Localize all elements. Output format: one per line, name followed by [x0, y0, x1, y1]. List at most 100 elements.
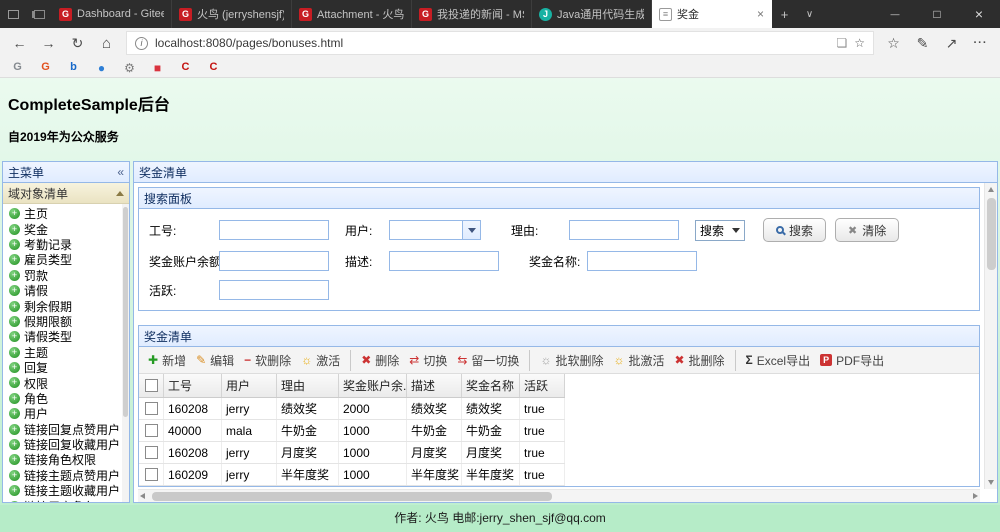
sidebar-item[interactable]: 链接主题收藏用户 — [3, 483, 129, 498]
sidebar-item[interactable]: 权限 — [3, 375, 129, 391]
sidebar-item[interactable]: 考勤记录 — [3, 237, 129, 252]
sidebar-item[interactable]: 请假类型 — [3, 329, 129, 344]
browser-tab[interactable]: 火鸟 (jerryshensjf) - Git — [172, 0, 292, 28]
back-button[interactable] — [6, 30, 33, 56]
browser-tab[interactable]: Attachment - 火鸟(第三 — [292, 0, 412, 28]
row-checkbox[interactable] — [144, 468, 158, 481]
scroll-up-button[interactable] — [985, 183, 998, 196]
table-row[interactable]: 40000 mala 牛奶金 1000 牛奶金 牛奶金 true — [139, 420, 565, 442]
minimize-button[interactable] — [874, 0, 916, 28]
toolbar-button[interactable]: 批删除 — [669, 350, 729, 371]
toolbar-button[interactable]: 编辑 — [191, 350, 239, 371]
row-checkbox[interactable] — [144, 446, 158, 459]
column-header[interactable]: 工号 — [164, 374, 222, 397]
bookmark-favicon[interactable] — [10, 60, 25, 75]
horizontal-scrollbar-thumb[interactable] — [152, 492, 552, 501]
select-all-cell[interactable] — [139, 374, 164, 397]
sidebar-item[interactable]: 链接角色权限 — [3, 452, 129, 467]
scroll-down-button[interactable] — [985, 476, 998, 489]
tab-preview-button[interactable] — [0, 0, 26, 28]
share-button[interactable] — [938, 30, 965, 56]
sidebar-item[interactable]: 主题 — [3, 345, 129, 360]
table-row[interactable]: 160208 jerry 绩效奖 2000 绩效奖 绩效奖 true — [139, 398, 565, 420]
sidebar-scrollbar[interactable] — [122, 204, 129, 502]
browser-tab[interactable]: Dashboard - Gitee — [52, 0, 172, 28]
empno-input[interactable] — [219, 220, 329, 240]
user-combobox[interactable] — [389, 220, 481, 240]
sidebar-scrollbar-thumb[interactable] — [123, 207, 128, 417]
sidebar-item[interactable]: 链接主题点赞用户 — [3, 468, 129, 483]
toolbar-button[interactable]: 切换 — [404, 350, 452, 371]
sidebar-item[interactable]: 雇员类型 — [3, 252, 129, 267]
sidebar-item[interactable]: 链接用户角色 — [3, 498, 129, 502]
home-button[interactable] — [93, 30, 120, 56]
refresh-button[interactable] — [64, 30, 91, 56]
search-mode-select[interactable]: 搜索 — [695, 219, 745, 241]
bookmark-favicon[interactable] — [94, 60, 109, 75]
sidebar-item[interactable]: 奖金 — [3, 221, 129, 237]
reason-input[interactable] — [569, 220, 679, 240]
site-info-icon[interactable] — [135, 36, 148, 50]
table-row[interactable]: 160209 jerry 半年度奖 1000 半年度奖 半年度奖 true — [139, 464, 565, 486]
bookmark-favicon[interactable] — [38, 60, 53, 75]
row-checkbox-cell[interactable] — [139, 398, 164, 419]
column-header[interactable]: 活跃 — [520, 374, 565, 397]
close-window-button[interactable] — [958, 0, 1000, 28]
toolbar-button[interactable]: 留一切换 — [452, 350, 524, 371]
table-row[interactable]: 160208 jerry 月度奖 1000 月度奖 月度奖 true — [139, 442, 565, 464]
browser-tab[interactable]: 奖金 — [652, 0, 772, 28]
toolbar-button[interactable]: 新增 — [143, 350, 191, 371]
column-header[interactable]: 奖金名称 — [462, 374, 520, 397]
sidebar-item[interactable]: 用户 — [3, 406, 129, 421]
settings-more-button[interactable] — [967, 30, 994, 56]
tab-menu-button[interactable] — [797, 0, 822, 28]
scroll-right-icon[interactable] — [973, 493, 978, 499]
combobox-arrow-icon[interactable] — [462, 221, 480, 239]
sidebar-item[interactable]: 请假 — [3, 283, 129, 298]
column-header[interactable]: 描述 — [407, 374, 462, 397]
toolbar-button[interactable]: 删除 — [350, 349, 404, 371]
web-note-button[interactable] — [909, 30, 936, 56]
desc-input[interactable] — [389, 251, 499, 271]
select-all-checkbox[interactable] — [144, 379, 158, 392]
add-favorite-icon[interactable] — [854, 36, 865, 50]
row-checkbox-cell[interactable] — [139, 420, 164, 441]
bookmark-favicon[interactable] — [178, 60, 193, 75]
vertical-scrollbar-track[interactable] — [985, 196, 998, 476]
set-aside-tabs-button[interactable] — [26, 0, 52, 28]
tab-close-icon[interactable] — [756, 7, 765, 21]
clear-button[interactable]: 清除 — [835, 218, 900, 242]
vertical-scrollbar-thumb[interactable] — [986, 198, 996, 270]
horizontal-scrollbar[interactable] — [138, 489, 980, 502]
reading-view-icon[interactable] — [836, 36, 847, 50]
toolbar-button[interactable]: 软删除 — [239, 350, 296, 371]
row-checkbox-cell[interactable] — [139, 464, 164, 485]
sidebar-item[interactable]: 剩余假期 — [3, 298, 129, 314]
search-button[interactable]: 搜索 — [763, 218, 827, 242]
column-header[interactable]: 理由 — [277, 374, 339, 397]
sidebar-item[interactable]: 罚款 — [3, 268, 129, 283]
bookmark-favicon[interactable] — [206, 60, 221, 75]
column-header[interactable]: 奖金账户余... — [339, 374, 407, 397]
toolbar-button[interactable]: 批激活 — [608, 350, 669, 371]
balance-input[interactable] — [219, 251, 329, 271]
column-header[interactable]: 用户 — [222, 374, 277, 397]
sidebar-item[interactable]: 角色 — [3, 391, 129, 406]
scroll-left-icon[interactable] — [140, 493, 145, 499]
sidebar-item[interactable]: 假期限额 — [3, 314, 129, 329]
row-checkbox[interactable] — [144, 402, 158, 415]
bookmark-favicon[interactable] — [122, 60, 137, 75]
toolbar-button[interactable]: 批软删除 — [529, 349, 608, 371]
favorites-hub-button[interactable] — [880, 30, 907, 56]
user-combobox-input[interactable] — [390, 221, 462, 239]
sidebar-item[interactable]: 链接回复收藏用户 — [3, 437, 129, 452]
row-checkbox[interactable] — [144, 424, 158, 437]
browser-tab[interactable]: 我投递的新闻 - MS&A( — [412, 0, 532, 28]
maximize-button[interactable] — [916, 0, 958, 28]
address-bar[interactable]: localhost:8080/pages/bonuses.html — [126, 31, 874, 55]
sidebar-item[interactable]: 回复 — [3, 360, 129, 375]
browser-tab[interactable]: Java通用代码生成器光 — [532, 0, 652, 28]
panel-collapse-icon[interactable] — [117, 165, 124, 179]
active-input[interactable] — [219, 280, 329, 300]
bookmark-favicon[interactable] — [66, 60, 81, 75]
